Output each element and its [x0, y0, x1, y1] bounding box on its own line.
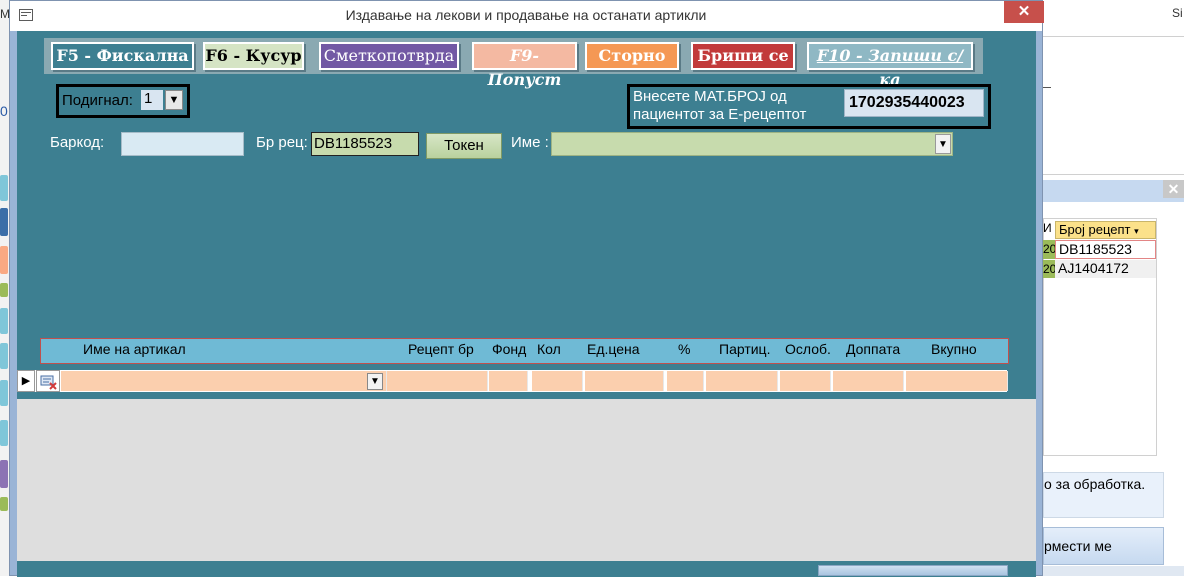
barkod-label: Баркод:	[50, 134, 105, 151]
br-rec-label: Бр рец:	[256, 134, 308, 151]
list-item[interactable]: DB1185523	[1055, 240, 1156, 259]
list-item[interactable]: AJ1404172	[1055, 260, 1156, 278]
background-divider	[1043, 36, 1184, 37]
items-grid-area	[17, 399, 1036, 561]
cell-ime-na-artikal[interactable]	[61, 371, 387, 391]
column-percent: %	[678, 341, 691, 357]
cell-recept-br[interactable]	[387, 371, 488, 391]
window-title: Издавање на лекови и продавање на остана…	[345, 7, 707, 23]
background-left-tab[interactable]	[0, 380, 8, 406]
f6-kusur-button[interactable]: F6 - Кусур	[203, 42, 304, 70]
column-partic: Партиц.	[719, 341, 771, 357]
sort-down-icon: ▾	[1134, 226, 1139, 236]
barkod-input[interactable]	[121, 132, 244, 156]
list-small-cell: 20	[1043, 240, 1055, 259]
background-left-tab[interactable]	[0, 208, 8, 236]
chevron-down-icon[interactable]: ▼	[935, 134, 951, 154]
close-icon[interactable]: ✕	[1163, 180, 1184, 198]
podignal-select[interactable]: 1	[141, 90, 163, 110]
mat-broj-label: Внесете МАТ.БРОЈ од пациентот за Е-рецеп…	[633, 88, 807, 123]
background-message: о за обработка.	[1043, 472, 1164, 518]
chevron-down-icon[interactable]: ▼	[367, 373, 383, 390]
cell-osloboduvanje[interactable]	[780, 371, 831, 391]
cell-ed-cena[interactable]	[585, 371, 664, 391]
background-left-digit: 0	[0, 103, 8, 119]
f5-fiskalna-button[interactable]: F5 - Фискална	[51, 42, 194, 70]
cell-doplata[interactable]	[833, 371, 904, 391]
background-left-tab[interactable]	[0, 420, 8, 446]
column-kol: Кол	[537, 341, 561, 357]
mat-broj-input[interactable]: 1702935440023	[844, 89, 984, 117]
list-small-cell: 20	[1043, 260, 1055, 278]
background-bottom-bar	[1043, 566, 1184, 576]
smetkopotvrda-button[interactable]: Сметкопотврда	[319, 42, 459, 70]
background-left-tab[interactable]	[0, 308, 8, 334]
f10-zapishi-button[interactable]: F10 - Запиши с/ка	[807, 42, 973, 89]
column-fond: Фонд	[492, 341, 527, 357]
background-divider	[1043, 87, 1051, 88]
background-left-tab[interactable]	[0, 497, 8, 511]
column-osloboduvanje: Ослоб.	[785, 341, 831, 357]
podignal-label: Подигнал:	[62, 92, 133, 109]
bottom-button[interactable]	[818, 565, 1008, 576]
ime-combo[interactable]	[551, 132, 953, 156]
column-vkupno: Вкупно	[931, 341, 977, 357]
column-doplata: Доппата	[846, 341, 901, 357]
close-button[interactable]: ✕	[1004, 1, 1044, 23]
column-ed-cena: Ед.цена	[587, 341, 640, 357]
background-left-tab[interactable]	[0, 175, 8, 201]
cell-vkupno[interactable]	[906, 371, 1008, 391]
f9-popust-button[interactable]: F9-Попуст	[472, 42, 577, 89]
record-selector-icon[interactable]: ▶	[17, 370, 35, 392]
cell-percent[interactable]	[667, 371, 704, 391]
background-left-tab[interactable]	[0, 283, 8, 297]
new-record-icon	[36, 370, 60, 392]
token-button[interactable]: Токен	[426, 133, 502, 159]
storno-button[interactable]: Сторно	[585, 42, 679, 70]
list-header-broj-recept[interactable]: Број рецепт ▾	[1055, 221, 1156, 239]
list-header-label: Број рецепт	[1059, 222, 1131, 237]
cell-partic[interactable]	[706, 371, 778, 391]
background-button[interactable]: рмести ме	[1043, 527, 1164, 565]
cell-kol[interactable]	[532, 371, 583, 391]
brishi-button[interactable]: Бриши се	[691, 42, 795, 70]
background-top-text: Si	[1172, 6, 1183, 20]
ime-label: Име :	[511, 134, 549, 151]
background-divider	[1043, 174, 1184, 175]
column-recept-br: Рецепт бр	[408, 341, 474, 357]
chevron-down-icon[interactable]: ▼	[165, 90, 183, 110]
cell-fond[interactable]	[489, 371, 528, 391]
br-rec-input[interactable]: DB1185523	[311, 132, 419, 156]
list-small-header: И	[1043, 221, 1052, 235]
column-ime-na-artikal: Име на артикал	[83, 341, 186, 357]
background-left-tab[interactable]	[0, 246, 8, 274]
background-left-tab[interactable]	[0, 460, 8, 488]
background-left-tab[interactable]	[0, 343, 8, 369]
